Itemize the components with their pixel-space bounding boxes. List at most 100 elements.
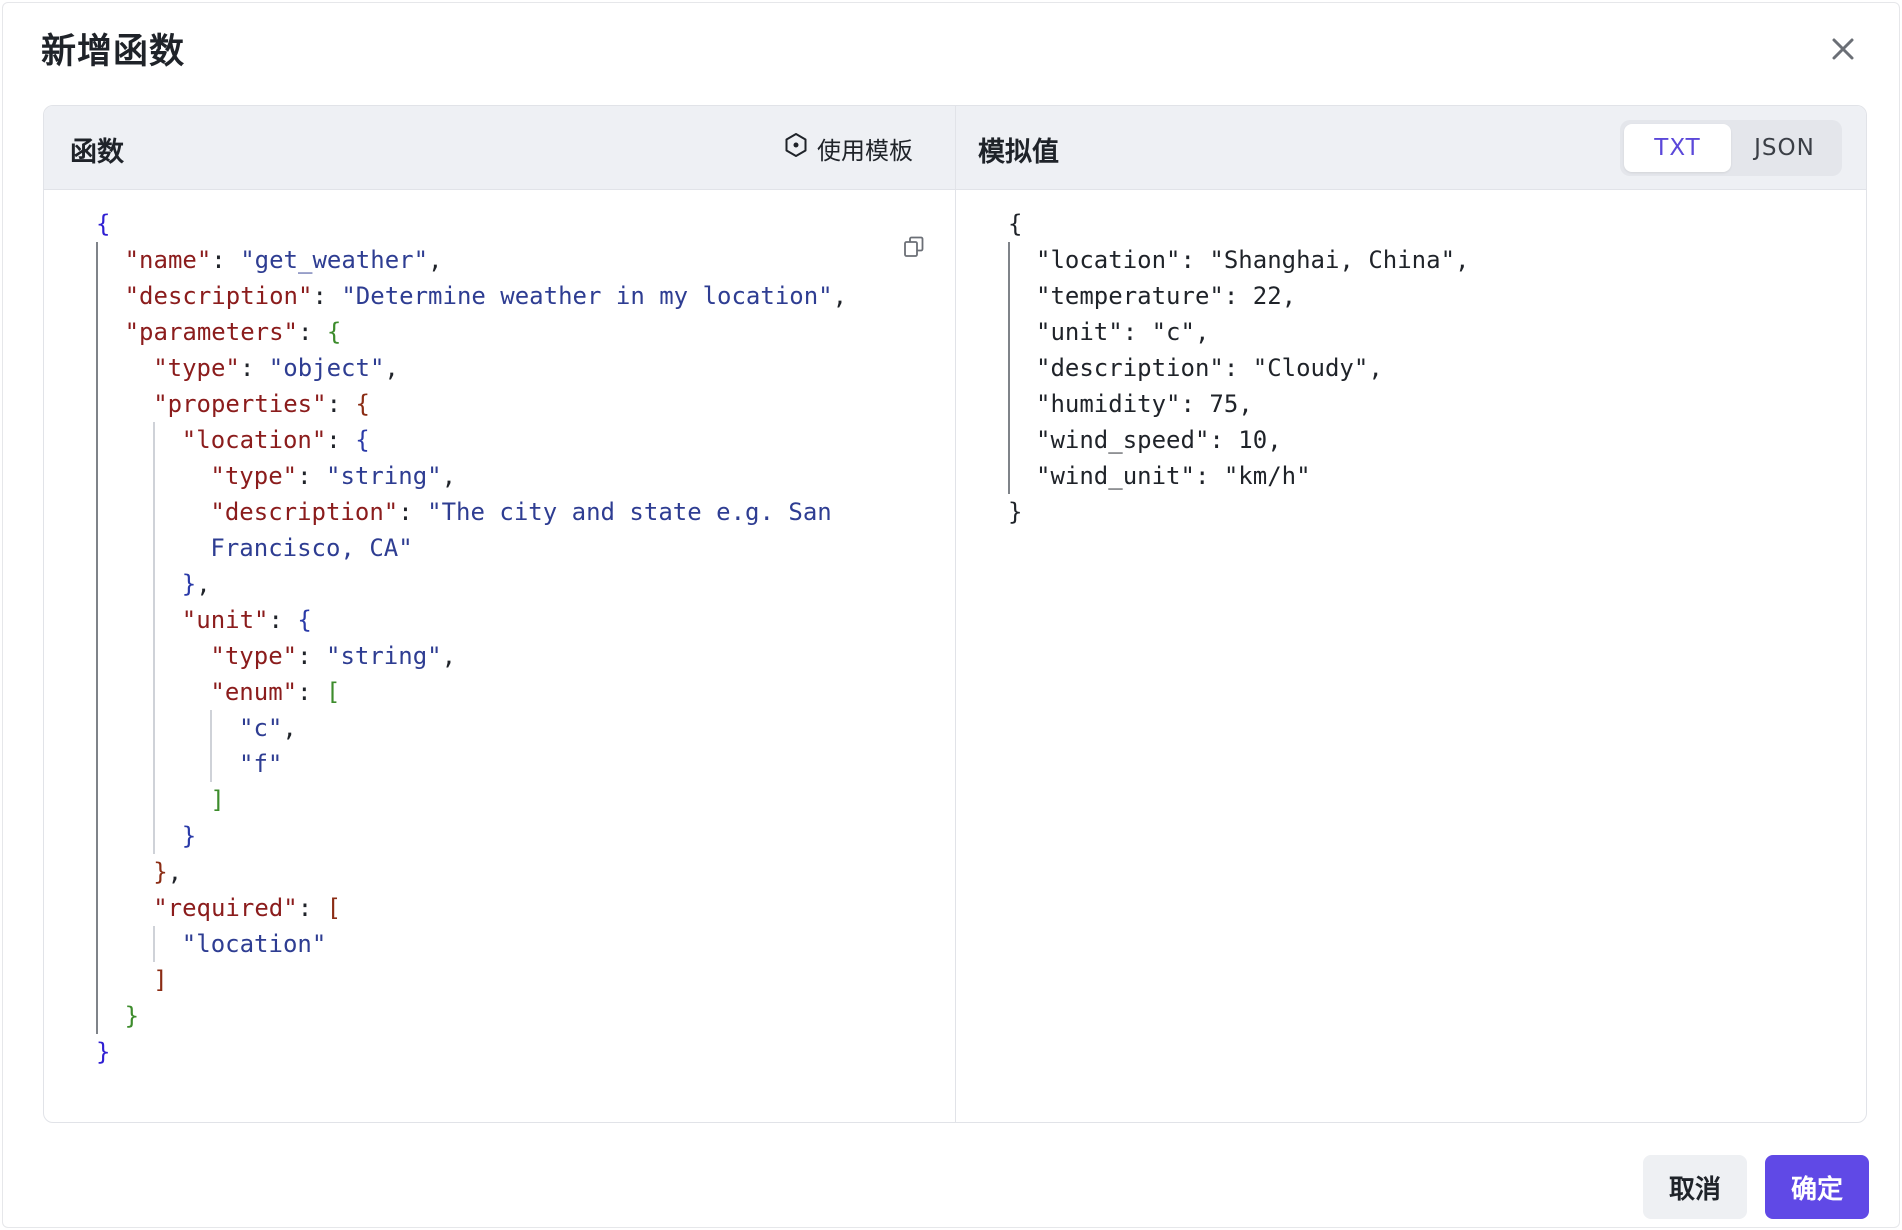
function-header: 函数 使用模板 (44, 106, 955, 190)
function-code-line: Francisco, CA" (210, 530, 412, 566)
function-code-line: "enum": [ (210, 674, 340, 710)
code-token: , (167, 858, 183, 886)
code-token: "f" (239, 750, 283, 778)
indent-guide (1008, 242, 1010, 494)
code-token: , (832, 282, 848, 310)
code-token: , (428, 246, 443, 274)
mock-title: 模拟值 (978, 137, 1059, 168)
code-token: { (355, 426, 370, 454)
mock-header: 模拟值 TXT JSON (956, 106, 1866, 190)
code-token: "location" (181, 930, 327, 958)
format-toggle: TXT JSON (1620, 120, 1842, 176)
function-code-line: { (96, 206, 110, 242)
code-token: , (384, 354, 399, 382)
code-token: [ (326, 678, 341, 706)
mock-code-line: "humidity": 75, (1036, 390, 1253, 418)
function-title: 函数 (70, 137, 124, 168)
code-token: : (297, 642, 326, 670)
tab-json[interactable]: JSON (1731, 124, 1838, 172)
function-column: 函数 使用模板 {"name": "get_weather", "descript… (44, 106, 956, 1122)
code-token: "type" (210, 642, 298, 670)
code-token: : (326, 426, 356, 454)
code-token: "The city and state e.g. San (427, 498, 832, 526)
indent-guide (153, 926, 155, 962)
code-token: "enum" (210, 678, 298, 706)
code-token: "location" (181, 426, 327, 454)
code-token: } (153, 858, 168, 886)
code-token: { (326, 318, 342, 346)
code-token: } (181, 570, 197, 598)
function-code-line: "required": [ (153, 890, 341, 926)
code-token: { (96, 210, 111, 238)
code-token: "required" (153, 894, 298, 922)
tab-txt[interactable]: TXT (1624, 124, 1731, 172)
dialog-title: 新增函数 (41, 32, 186, 72)
function-code-line: "location": { (182, 422, 370, 458)
function-code-editor[interactable]: {"name": "get_weather", "description": "D… (44, 190, 955, 1122)
code-token: "string" (326, 462, 442, 490)
mock-code-line: "description": "Cloudy", (1036, 354, 1383, 382)
code-token: { (297, 606, 312, 634)
code-token: : (297, 462, 326, 490)
mock-code-line: } (1008, 498, 1023, 526)
code-token: "get_weather" (240, 246, 429, 274)
function-code-line: }, (153, 854, 182, 890)
function-code-line: "type": "object", (153, 350, 399, 386)
mock-code-line: "wind_unit": "km/h" (1036, 462, 1311, 490)
cancel-button[interactable]: 取消 (1643, 1155, 1747, 1219)
function-code-line: } (182, 818, 196, 854)
code-token: Francisco, CA" (210, 534, 413, 562)
mock-code-line: "location": "Shanghai, China", (1036, 246, 1470, 274)
mock-code-editor[interactable]: { "location": "Shanghai, China", "temperat… (956, 190, 1866, 1122)
use-template-button[interactable]: 使用模板 (783, 130, 913, 166)
function-code-line: "type": "string", (210, 458, 456, 494)
add-function-dialog: 新增函数 函数 使用模板 {"name": "get_weather", "des… (2, 2, 1900, 1228)
function-code-line: }, (182, 566, 211, 602)
code-token: : (297, 318, 327, 346)
indent-guide (96, 242, 98, 1034)
mock-code-line: { (1008, 210, 1023, 238)
function-code-line: "f" (239, 746, 282, 782)
indent-guide (210, 710, 212, 782)
code-token: "unit" (181, 606, 269, 634)
code-token: : (268, 606, 298, 634)
function-code-line: "type": "string", (210, 638, 456, 674)
code-token: "description" (124, 282, 313, 310)
code-token: } (124, 1002, 140, 1030)
code-token: "object" (268, 354, 385, 382)
code-token: : (326, 390, 356, 418)
mock-code-line: "wind_speed": 10, (1036, 426, 1282, 454)
function-code-line: "parameters": { (125, 314, 342, 350)
code-token: , (441, 462, 457, 490)
function-code-line: "unit": { (182, 602, 312, 638)
code-token: : (297, 894, 327, 922)
code-token: } (181, 822, 197, 850)
code-token: ] (210, 786, 225, 814)
code-token: "name" (124, 246, 212, 274)
code-token: : (398, 498, 428, 526)
editor-panel: 函数 使用模板 {"name": "get_weather", "descript… (43, 105, 1867, 1123)
code-token: "type" (153, 354, 240, 382)
confirm-button[interactable]: 确定 (1765, 1155, 1869, 1219)
function-code-line: "location" (182, 926, 327, 962)
mock-code-line: "temperature": 22, (1036, 282, 1297, 310)
copy-icon[interactable] (901, 234, 927, 260)
function-code-line: } (125, 998, 139, 1034)
function-code-line: "description": "The city and state e.g. … (210, 494, 831, 530)
close-icon[interactable] (1825, 31, 1861, 67)
function-code-line: ] (153, 962, 167, 998)
indent-guide (153, 422, 155, 854)
function-code-line: "description": "Determine weather in my … (125, 278, 847, 314)
mock-column: 模拟值 TXT JSON { "location": "Shanghai, Chi… (956, 106, 1866, 1122)
code-token: { (355, 390, 370, 418)
code-token: "properties" (153, 390, 327, 418)
code-token: , (441, 642, 457, 670)
function-code-line: "name": "get_weather", (125, 242, 443, 278)
code-token: "Determine weather in my location" (341, 282, 833, 310)
function-code-line: "c", (239, 710, 297, 746)
code-token: "description" (210, 498, 399, 526)
code-token: : (239, 354, 269, 382)
template-icon (783, 132, 809, 164)
code-token: , (282, 714, 297, 742)
code-token: "string" (326, 642, 442, 670)
